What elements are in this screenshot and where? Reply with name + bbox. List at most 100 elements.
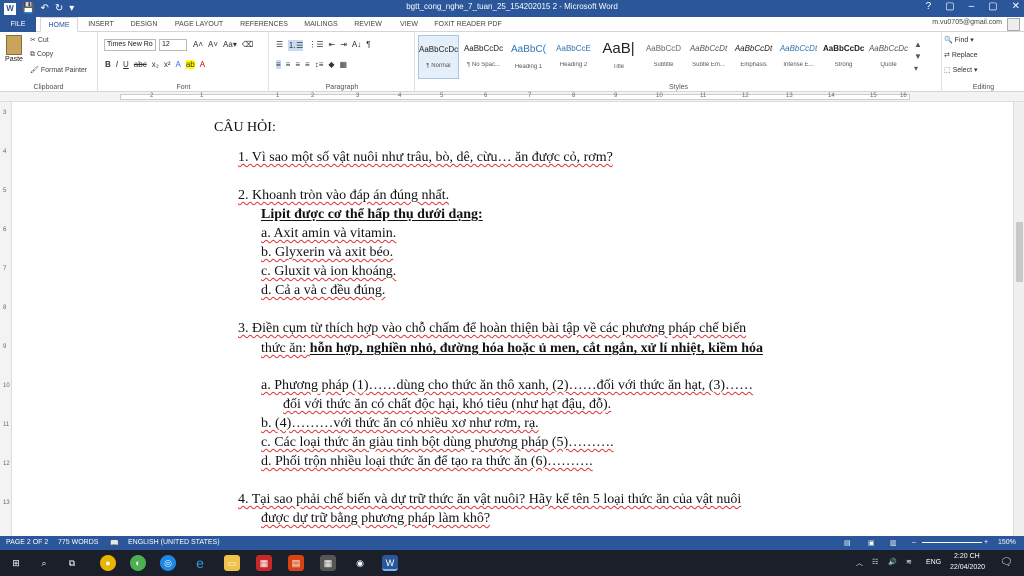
underline-icon[interactable]: U — [123, 60, 129, 69]
zoom-out-icon[interactable]: – — [912, 539, 916, 546]
coccoc-icon[interactable]: ◐ — [130, 555, 146, 571]
tab-design[interactable]: DESIGN — [124, 17, 164, 32]
bullets-icon[interactable]: ☰ — [276, 40, 283, 51]
tab-review[interactable]: REVIEW — [348, 17, 388, 32]
document-page[interactable]: CÂU HỎI: 1. Vì sao một số vật nuôi như t… — [13, 102, 1013, 536]
justify-icon[interactable]: ≡ — [305, 60, 310, 69]
show-marks-icon[interactable]: ¶ — [366, 40, 370, 51]
grow-font-icon[interactable]: A˄ — [193, 40, 203, 49]
align-left-icon[interactable]: ≡ — [276, 60, 281, 69]
style-heading-1[interactable]: AaBbC(Heading 1 — [508, 35, 549, 79]
clock-date[interactable]: 22/04/2020 — [950, 564, 985, 571]
proofing-icon[interactable]: 📖 — [110, 539, 119, 547]
web-layout-icon[interactable]: ▥ — [890, 539, 897, 547]
find-button[interactable]: 🔍 Find ▾ — [944, 36, 974, 44]
bold-icon[interactable]: B — [105, 60, 111, 69]
notification-icon[interactable]: 🗨 — [1000, 557, 1013, 568]
style-intense-emphasis[interactable]: AaBbCcDt Intense E... — [778, 35, 819, 79]
browser-icon[interactable]: ◎ — [160, 555, 176, 571]
select-button[interactable]: ⬚ Select ▾ — [944, 66, 978, 74]
shrink-font-icon[interactable]: A˅ — [208, 40, 218, 49]
multilevel-list-icon[interactable]: ⋮☰ — [308, 40, 323, 51]
align-right-icon[interactable]: ≡ — [295, 60, 300, 69]
account-email[interactable]: m.vu0705@gmail.com — [932, 19, 1002, 26]
paste-button[interactable]: Paste — [3, 35, 25, 63]
ribbon-display-icon[interactable]: ▢ — [945, 1, 954, 12]
tab-home[interactable]: HOME — [40, 17, 78, 32]
clear-format-icon[interactable]: ⌫ — [242, 40, 253, 49]
font-size-box[interactable]: 12 — [159, 39, 187, 51]
replace-button[interactable]: ⇄ Replace — [944, 51, 978, 59]
style-emphasis[interactable]: AaBbCcDt Emphasis — [733, 35, 774, 79]
sort-icon[interactable]: A↓ — [352, 40, 361, 51]
word-count[interactable]: 775 WORDS — [58, 539, 98, 546]
minimize-icon[interactable]: – — [969, 1, 975, 12]
borders-icon[interactable]: ▦ — [340, 60, 348, 69]
search-icon[interactable]: ⌕ — [36, 555, 52, 571]
align-center-icon[interactable]: ≡ — [286, 60, 291, 69]
calculator-icon[interactable]: ▦ — [320, 555, 336, 571]
ppt-icon[interactable]: ▤ — [288, 555, 304, 571]
italic-icon[interactable]: I — [116, 60, 118, 69]
tab-view[interactable]: VIEW — [392, 17, 426, 32]
app-icon[interactable]: ▦ — [256, 555, 272, 571]
app2-icon[interactable]: ◉ — [352, 555, 368, 571]
zoom-slider[interactable] — [922, 542, 982, 543]
style-heading-2[interactable]: AaBbCcE Heading 2 — [553, 35, 594, 79]
cut-button[interactable]: ✂ Cut — [30, 36, 49, 44]
style-no-spacing[interactable]: AaBbCcDc ¶ No Spac... — [463, 35, 504, 79]
horizontal-ruler[interactable]: 2 1 1 2 3 4 5 6 7 8 9 10 11 12 13 14 15 … — [0, 92, 1024, 102]
tray-chevron-icon[interactable]: ︿ — [856, 558, 863, 568]
subscript-icon[interactable]: x₂ — [152, 60, 159, 69]
numbering-icon[interactable]: ⒈☰ — [288, 40, 304, 51]
word-taskbar-icon[interactable]: W — [382, 555, 398, 571]
style-subtle-emphasis[interactable]: AaBbCcDt Subtle Em... — [688, 35, 729, 79]
input-language[interactable]: ENG — [926, 559, 941, 566]
avatar[interactable] — [1007, 18, 1020, 31]
style-title[interactable]: AaB| Title — [598, 35, 639, 79]
tab-references[interactable]: REFERENCES — [234, 17, 294, 32]
chrome-icon[interactable]: ● — [100, 555, 116, 571]
print-layout-icon[interactable]: ▣ — [868, 539, 875, 547]
close-icon[interactable]: ✕ — [1012, 1, 1020, 12]
task-view-icon[interactable]: ⧉ — [64, 555, 80, 571]
tab-file[interactable]: FILE — [0, 17, 36, 32]
decrease-indent-icon[interactable]: ⇤ — [329, 40, 336, 51]
tab-mailings[interactable]: MAILINGS — [298, 17, 344, 32]
text-effects-icon[interactable]: A — [175, 60, 180, 69]
volume-icon[interactable]: 🔊 — [888, 558, 897, 566]
shading-icon[interactable]: ◆ — [328, 60, 334, 69]
style-quote[interactable]: AaBbCcDc Quote — [868, 35, 909, 79]
style-normal[interactable]: AaBbCcDc ¶ Normal — [418, 35, 459, 79]
tab-page-layout[interactable]: PAGE LAYOUT — [168, 17, 230, 32]
superscript-icon[interactable]: x² — [164, 60, 171, 69]
clock-time[interactable]: 2:20 CH — [954, 553, 980, 560]
zoom-in-icon[interactable]: + — [984, 539, 988, 546]
format-painter-button[interactable]: 🖌 Format Painter — [30, 66, 87, 74]
styles-scroll-controls[interactable]: ▲ ▼ ▾ — [914, 39, 922, 75]
vertical-scrollbar[interactable] — [1013, 102, 1024, 536]
zoom-level[interactable]: 150% — [998, 539, 1016, 546]
edge-icon[interactable]: e — [192, 555, 208, 571]
increase-indent-icon[interactable]: ⇥ — [340, 40, 347, 51]
font-name-box[interactable]: Times New Ro — [104, 39, 156, 51]
line-spacing-icon[interactable]: ↕≡ — [315, 60, 324, 69]
help-icon[interactable]: ? — [926, 1, 932, 12]
font-color-icon[interactable]: A — [200, 60, 205, 69]
page-count[interactable]: PAGE 2 OF 2 — [6, 539, 48, 546]
highlight-icon[interactable]: ab — [185, 60, 195, 69]
style-subtitle[interactable]: AaBbCcD Subtitle — [643, 35, 684, 79]
vertical-ruler[interactable]: 3 4 5 6 7 8 9 10 11 12 13 — [0, 102, 12, 536]
strikethrough-icon[interactable]: abc — [134, 60, 147, 69]
wifi-icon[interactable]: ≋ — [906, 558, 912, 566]
language-indicator[interactable]: ENGLISH (UNITED STATES) — [128, 539, 220, 546]
style-strong[interactable]: AaBbCcDc Strong — [823, 35, 864, 79]
copy-button[interactable]: ⧉ Copy — [30, 51, 53, 59]
change-case-icon[interactable]: Aa▾ — [223, 40, 237, 49]
tab-insert[interactable]: INSERT — [82, 17, 120, 32]
read-mode-icon[interactable]: ▤ — [844, 539, 851, 547]
scroll-thumb[interactable] — [1016, 222, 1023, 282]
network-icon[interactable]: ☷ — [872, 558, 878, 566]
restore-icon[interactable]: ▢ — [988, 1, 997, 12]
file-explorer-icon[interactable]: ▭ — [224, 555, 240, 571]
